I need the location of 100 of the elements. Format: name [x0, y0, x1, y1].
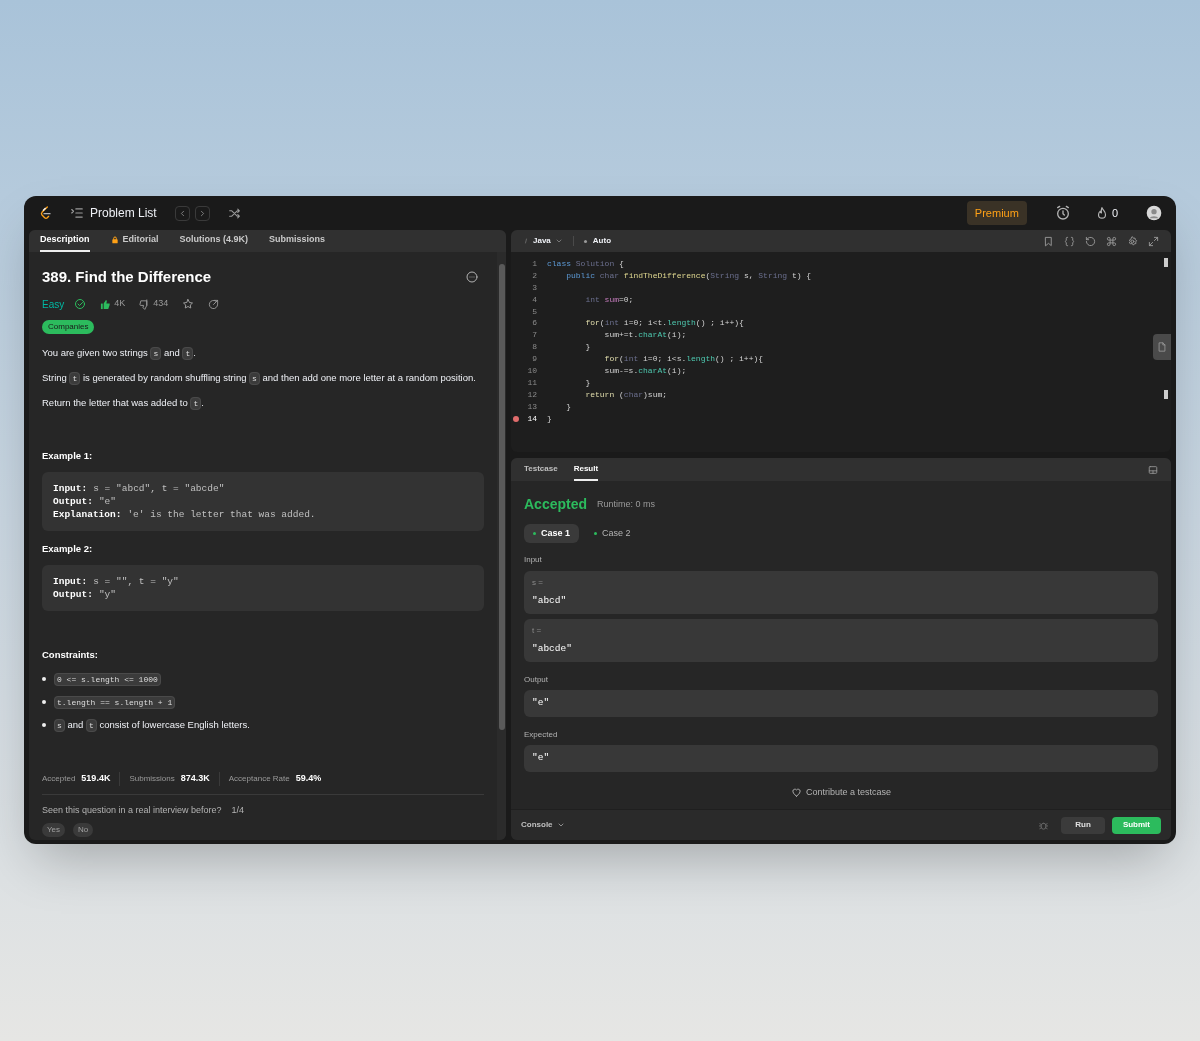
notes-button[interactable] — [1153, 334, 1171, 360]
stat-label: Acceptance Rate — [228, 773, 290, 785]
section-label: Output — [524, 674, 549, 686]
code-line: } — [547, 412, 552, 425]
constraints-heading: Constraints: — [42, 648, 99, 662]
code-line: } — [565, 400, 571, 413]
line-number: 14 — [527, 412, 537, 425]
result-status: Accepted — [524, 495, 588, 514]
reset-icon[interactable] — [1085, 235, 1096, 247]
constraint-text: s and t consist of lowercase English letters. — [54, 718, 250, 733]
contribute-link[interactable]: Contribute a testcase — [790, 786, 892, 800]
section-label: Input — [524, 554, 543, 566]
bullet — [42, 723, 46, 728]
code-line: public char findTheDifference(String s, String t) { — [565, 269, 812, 282]
dislike-button[interactable]: 434 — [139, 297, 169, 311]
star-icon[interactable] — [182, 298, 195, 310]
more-icon[interactable] — [466, 271, 478, 284]
logo-icon[interactable] — [38, 204, 54, 222]
tab[interactable]: Submissions — [269, 230, 326, 252]
thumbs-up-icon — [100, 298, 112, 310]
example-value: "e" — [98, 495, 117, 507]
share-icon[interactable] — [208, 298, 220, 310]
stat-value: 519.4K — [81, 772, 111, 786]
difficulty-label: Easy — [42, 297, 65, 312]
stat-value: 874.3K — [180, 772, 210, 786]
paragraph: String t is generated by random shuffling string s and then add one more letter at a random position. — [42, 370, 477, 385]
run-button[interactable]: Run — [1061, 816, 1105, 834]
scrollbar[interactable] — [497, 252, 506, 840]
case-tab[interactable]: Case 1 — [524, 524, 580, 543]
line-number: 8 — [532, 341, 537, 354]
layout-icon[interactable] — [1148, 465, 1158, 475]
value-text: "e" — [532, 696, 550, 711]
stat-label: Submissions — [129, 773, 175, 785]
list-icon — [70, 206, 84, 220]
paragraph: Return the letter that was added to t . — [42, 395, 205, 410]
paragraph: You are given two strings s and t . — [42, 345, 197, 360]
variable-value: "abcd" — [532, 594, 568, 608]
example-value: s = "", t = "y" — [93, 576, 179, 587]
command-icon[interactable] — [1106, 235, 1117, 247]
alarm-clock-icon[interactable] — [1054, 205, 1071, 221]
tab[interactable]: Solutions (4.9K) — [179, 230, 249, 252]
case-tab[interactable]: Case 2 — [585, 524, 640, 543]
answer-button[interactable]: Yes — [42, 823, 66, 838]
bullet — [42, 700, 46, 705]
streak-count: 0 — [1111, 205, 1118, 221]
file-icon — [1157, 341, 1167, 353]
example-value: 'e' is the letter that was added. — [127, 508, 316, 520]
settings-icon[interactable] — [1127, 235, 1138, 247]
avatar-icon[interactable] — [1146, 205, 1162, 221]
interview-question: Seen this question in a real interview before? — [42, 803, 222, 817]
example-label: Input: — [53, 576, 88, 587]
code-line: } — [584, 376, 591, 389]
code-line: sum+=t.charAt(i); — [603, 329, 687, 342]
shuffle-icon[interactable] — [227, 206, 241, 220]
constraint-text: t.length == s.length + 1 — [54, 695, 176, 710]
language-dropdown[interactable]: Java — [523, 235, 563, 247]
stat-label: Accepted — [42, 773, 76, 785]
code-line: for(int i=0; i<t.length() ; i++){ — [584, 317, 744, 330]
code-line: for(int i=0; i<s.length() ; i++){ — [603, 353, 764, 366]
line-number: 5 — [532, 305, 537, 318]
line-number: 6 — [532, 317, 537, 330]
example-label: Explanation: — [53, 508, 122, 520]
tab[interactable]: Editorial — [110, 230, 159, 252]
answer-button[interactable]: No — [73, 823, 94, 838]
tab[interactable]: Result — [573, 458, 599, 481]
runtime-label: Runtime: 0 ms — [597, 497, 656, 511]
line-number: 1 — [532, 258, 537, 270]
example-label: Output: — [53, 495, 93, 507]
braces-icon[interactable] — [1064, 235, 1075, 247]
chevron-down-icon — [556, 821, 565, 829]
heart-icon — [790, 787, 802, 799]
code-line: return (char)sum; — [584, 388, 668, 401]
line-number: 4 — [532, 293, 537, 306]
problem-title: 389. Find the Difference — [42, 267, 212, 287]
bookmark-icon[interactable] — [1043, 235, 1054, 247]
example-heading: Example 1: — [42, 448, 94, 463]
code-line: class Solution { — [547, 258, 624, 270]
tab[interactable]: Description — [40, 230, 90, 252]
interview-count: 1/4 — [231, 803, 245, 817]
code-line: int sum=0; — [584, 293, 634, 306]
auto-mode-button[interactable]: Auto — [583, 235, 611, 247]
expand-icon[interactable] — [1148, 235, 1159, 247]
tab[interactable]: Testcase — [524, 458, 558, 481]
code-line: sum-=s.charAt(i); — [603, 365, 687, 377]
companies-tag[interactable]: Companies — [42, 319, 95, 334]
variable-value: "abcde" — [532, 642, 573, 656]
problem-list-button[interactable]: Problem List — [70, 204, 157, 222]
example-label: Output: — [53, 589, 93, 600]
stat-value: 59.4% — [295, 772, 322, 786]
line-number: 13 — [527, 400, 537, 413]
bullet — [42, 677, 46, 682]
line-number: 10 — [527, 365, 537, 377]
example-value: s = "abcd", t = "abcde" — [93, 482, 225, 494]
premium-button[interactable]: Premium — [966, 201, 1027, 225]
example-value: "y" — [98, 589, 117, 600]
section-label: Expected — [524, 729, 559, 741]
console-dropdown[interactable]: Console — [521, 819, 565, 831]
example-label: Input: — [53, 482, 88, 494]
like-button[interactable]: 4K — [100, 297, 126, 311]
code-line: } — [584, 341, 591, 354]
